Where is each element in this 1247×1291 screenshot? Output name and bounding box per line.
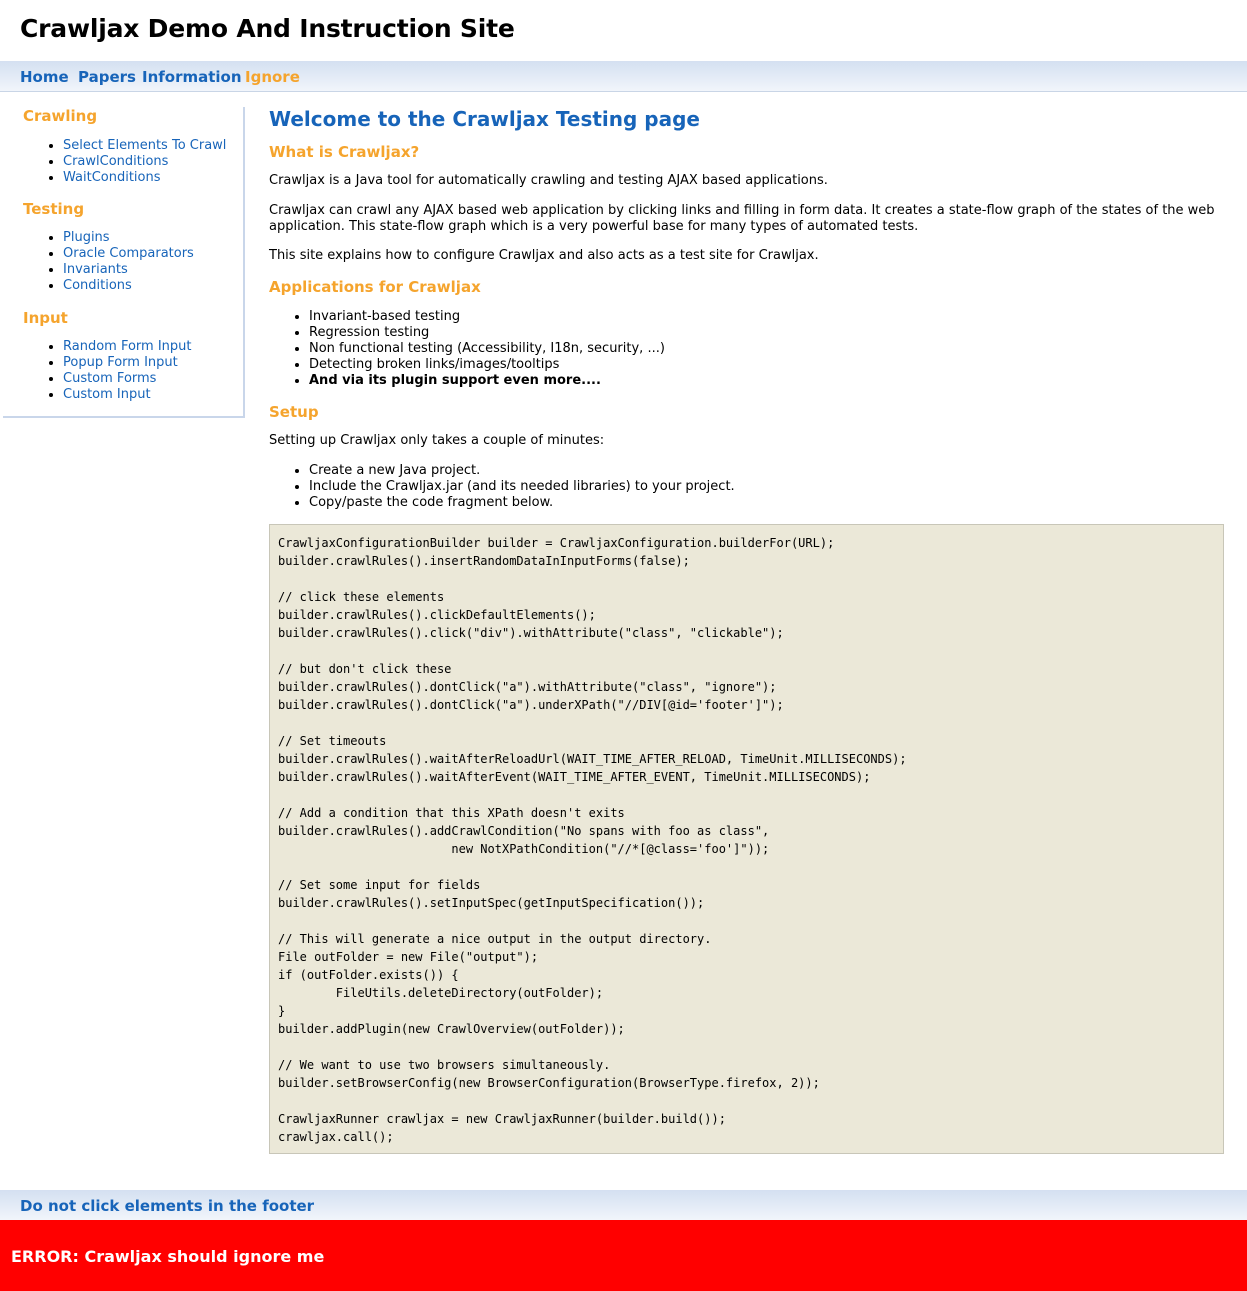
footer-nav: Do not click elements in the footer: [0, 1190, 1247, 1220]
list-item: Regression testing: [309, 325, 665, 341]
nav-ignore-link[interactable]: Ignore: [245, 68, 300, 86]
sidebar-link-oracle-comparators[interactable]: Oracle Comparators: [63, 246, 194, 261]
list-item: Popup Form Input: [63, 355, 192, 371]
list-item: Copy/paste the code fragment below.: [309, 495, 735, 511]
sidebar-link-popup-form-input[interactable]: Popup Form Input: [63, 355, 178, 370]
sidebar-heading-input: Input: [23, 309, 68, 327]
what-paragraph-1: Crawljax is a Java tool for automaticall…: [269, 173, 828, 188]
applications-list: Invariant-based testing Regression testi…: [287, 309, 665, 389]
page-title: Welcome to the Crawljax Testing page: [269, 107, 700, 131]
list-item: Invariants: [63, 262, 194, 278]
sidebar-list-testing: Plugins Oracle Comparators Invariants Co…: [41, 230, 194, 294]
sidebar-list-crawling: Select Elements To Crawl CrawlConditions…: [41, 138, 226, 186]
section-heading-what: What is Crawljax?: [269, 143, 420, 161]
list-item: Random Form Input: [63, 339, 192, 355]
code-fragment: CrawljaxConfigurationBuilder builder = C…: [278, 536, 907, 1144]
site-header: Crawljax Demo And Instruction Site: [0, 0, 1247, 61]
sidebar-link-random-form-input[interactable]: Random Form Input: [63, 339, 192, 354]
sidebar-link-plugins[interactable]: Plugins: [63, 230, 110, 245]
sidebar: Crawling Select Elements To Crawl CrawlC…: [3, 107, 245, 418]
list-item: Oracle Comparators: [63, 246, 194, 262]
section-heading-applications: Applications for Crawljax: [269, 278, 481, 296]
what-paragraph-2: Crawljax can crawl any AJAX based web ap…: [269, 203, 1215, 234]
list-item: Include the Crawljax.jar (and its needed…: [309, 479, 735, 495]
sidebar-link-select-elements[interactable]: Select Elements To Crawl: [63, 138, 226, 153]
list-item: WaitConditions: [63, 170, 226, 186]
list-item: Select Elements To Crawl: [63, 138, 226, 154]
top-nav: Home Papers Information Ignore: [0, 61, 1247, 92]
list-item: Conditions: [63, 278, 194, 294]
error-banner: ERROR: Crawljax should ignore me: [0, 1220, 1247, 1291]
error-message: ERROR: Crawljax should ignore me: [11, 1247, 325, 1266]
code-block: CrawljaxConfigurationBuilder builder = C…: [269, 524, 1224, 1154]
what-paragraph-3: This site explains how to configure Craw…: [269, 248, 819, 263]
sidebar-link-custom-forms[interactable]: Custom Forms: [63, 371, 156, 386]
sidebar-link-waitconditions[interactable]: WaitConditions: [63, 170, 161, 185]
sidebar-link-invariants[interactable]: Invariants: [63, 262, 128, 277]
setup-list: Create a new Java project. Include the C…: [287, 463, 735, 511]
sidebar-link-crawlconditions[interactable]: CrawlConditions: [63, 154, 168, 169]
site-title: Crawljax Demo And Instruction Site: [20, 14, 515, 43]
list-item: CrawlConditions: [63, 154, 226, 170]
list-item: Create a new Java project.: [309, 463, 735, 479]
nav-home-link[interactable]: Home: [20, 68, 69, 86]
nav-information-link[interactable]: Information: [142, 68, 242, 86]
sidebar-link-conditions[interactable]: Conditions: [63, 278, 132, 293]
list-item: Plugins: [63, 230, 194, 246]
list-item: Non functional testing (Accessibility, I…: [309, 341, 665, 357]
footer-link[interactable]: Do not click elements in the footer: [20, 1197, 314, 1215]
setup-intro: Setting up Crawljax only takes a couple …: [269, 433, 605, 448]
sidebar-heading-testing: Testing: [23, 200, 85, 218]
sidebar-link-custom-input[interactable]: Custom Input: [63, 387, 151, 402]
sidebar-list-input: Random Form Input Popup Form Input Custo…: [41, 339, 192, 403]
list-item: Detecting broken links/images/tooltips: [309, 357, 665, 373]
list-item: And via its plugin support even more....: [309, 373, 665, 389]
list-item: Invariant-based testing: [309, 309, 665, 325]
sidebar-heading-crawling: Crawling: [23, 107, 98, 125]
list-item: Custom Input: [63, 387, 192, 403]
list-item: Custom Forms: [63, 371, 192, 387]
section-heading-setup: Setup: [269, 403, 319, 421]
nav-papers-link[interactable]: Papers: [78, 68, 136, 86]
